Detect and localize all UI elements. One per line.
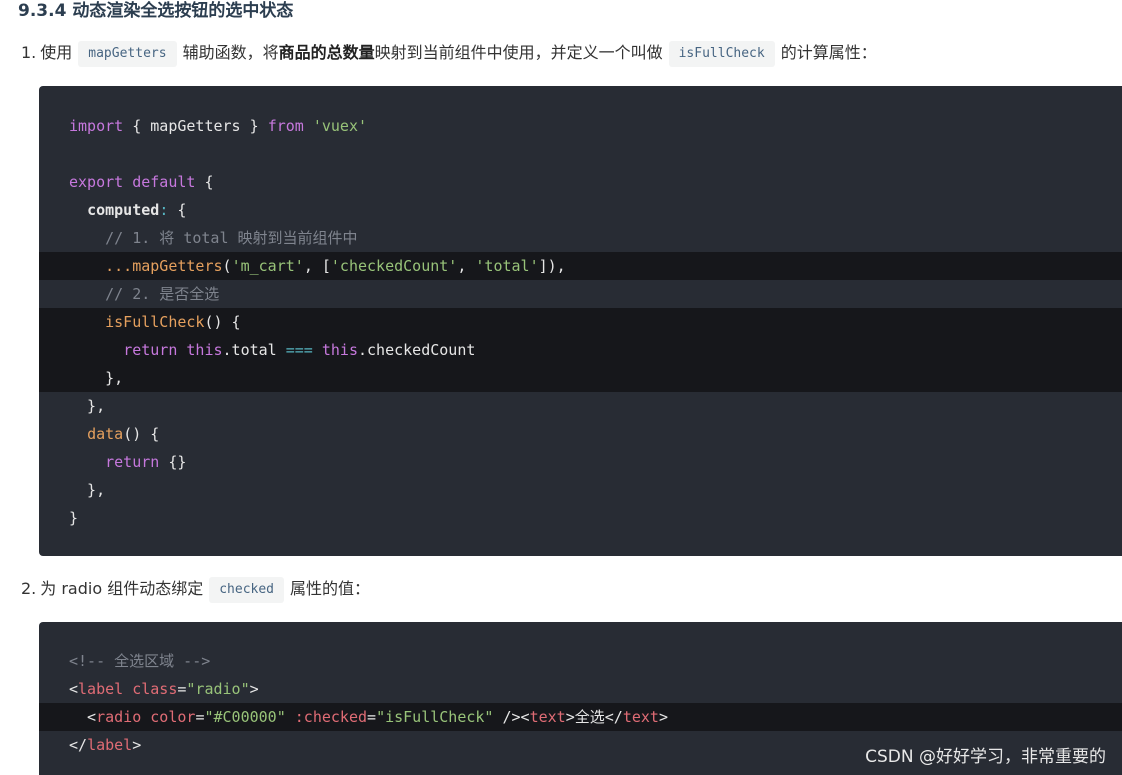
step-2-paragraph: 2. 为 radio 组件动态绑定 checked 属性的值：: [21, 575, 370, 603]
code-comment-line: // 2. 是否全选: [69, 285, 220, 303]
code-line: export default {: [69, 173, 214, 191]
inline-code-mapgetters: mapGetters: [78, 40, 177, 67]
code-line-highlighted: <radio color="#C00000" :checked="isFullC…: [39, 703, 1122, 731]
step-text: 使用: [40, 43, 73, 62]
code-line: },: [69, 397, 106, 415]
step-text: 为 radio 组件动态绑定: [40, 579, 204, 598]
step-text: 属性的值：: [290, 579, 371, 598]
code-line: },: [69, 481, 106, 499]
article-page: 9.3.4 动态渲染全选按钮的选中状态 1. 使用 mapGetters 辅助函数，将…: [0, 0, 1122, 775]
code-line-highlighted: ...mapGetters('m_cart', ['checkedCount',…: [39, 252, 1122, 280]
step-text: 辅助函数，将: [182, 43, 279, 62]
code-comment-line: <!-- 全选区域 -->: [69, 652, 211, 670]
step-text: 的计算属性：: [780, 43, 877, 62]
code-line-highlighted: },: [39, 364, 1122, 392]
step-text: 映射到当前组件中使用，并定义一个叫做: [374, 43, 663, 62]
code-comment-line: // 1. 将 total 映射到当前组件中: [69, 229, 358, 247]
code-line: <label class="radio">: [69, 680, 259, 698]
bold-text: 商品的总数量: [278, 43, 375, 62]
code-line: import { mapGetters } from 'vuex': [69, 117, 368, 135]
inline-code-checked: checked: [209, 576, 285, 603]
code-block-js: import { mapGetters } from 'vuex' export…: [39, 86, 1122, 556]
code-line: }: [69, 509, 79, 527]
csdn-watermark: CSDN @好好学习，非常重要的: [865, 747, 1106, 767]
code-line: return {}: [105, 453, 187, 471]
step-1-paragraph: 1. 使用 mapGetters 辅助函数，将商品的总数量映射到当前组件中使用，并定义…: [21, 39, 877, 67]
step-number: 2.: [21, 579, 37, 598]
code-line-highlighted: return this.total === this.checkedCount: [39, 336, 1122, 364]
inline-code-isfullcheck: isFullCheck: [668, 40, 775, 67]
section-heading: 9.3.4 动态渲染全选按钮的选中状态: [18, 1, 294, 21]
code-line: data() {: [87, 425, 160, 443]
step-number: 1.: [21, 43, 37, 62]
code-line-highlighted: isFullCheck() {: [39, 308, 1122, 336]
code-line: computed: {: [87, 201, 187, 219]
